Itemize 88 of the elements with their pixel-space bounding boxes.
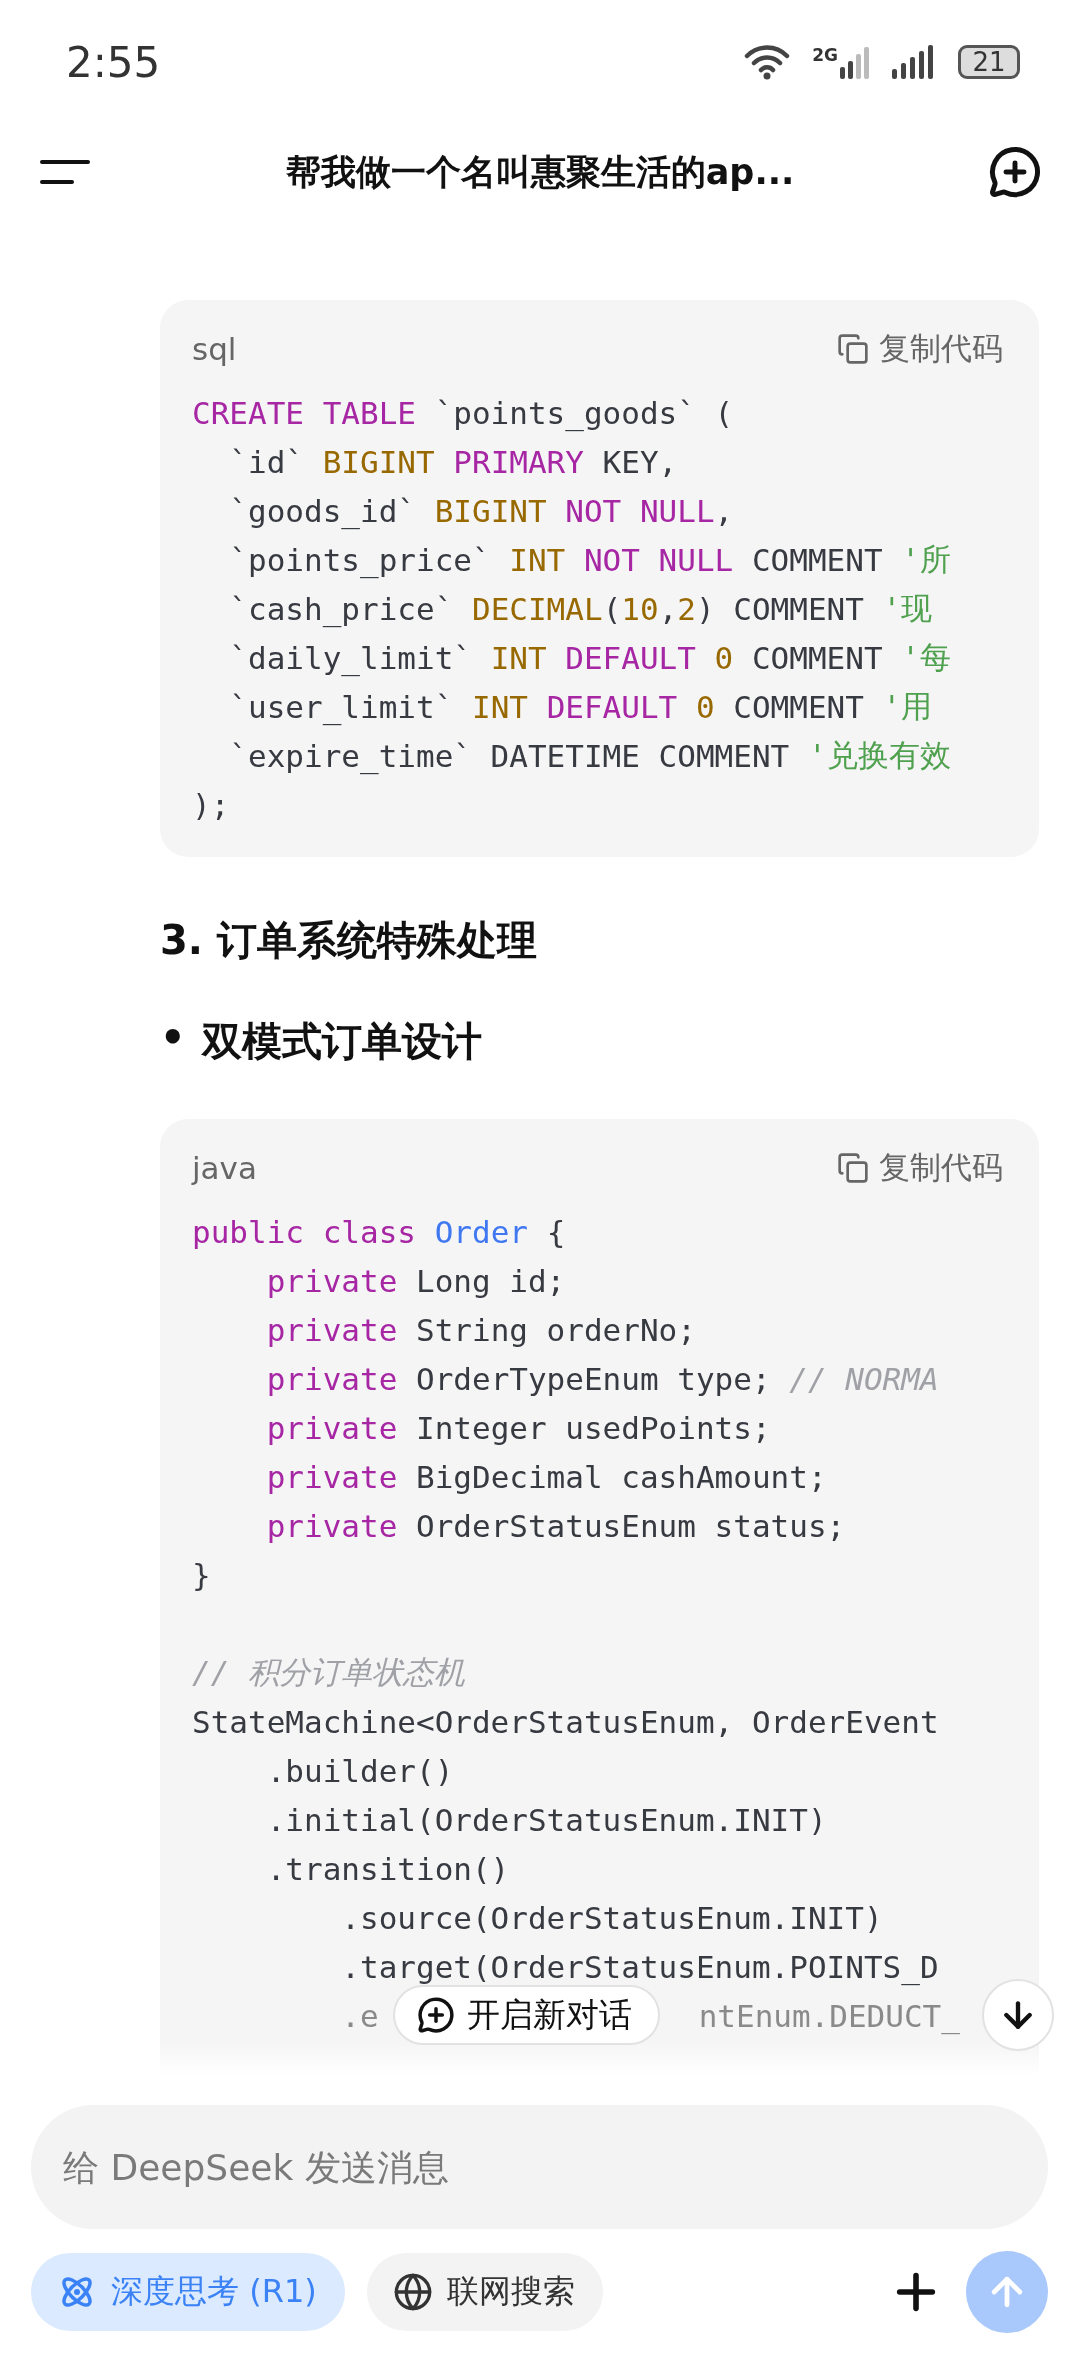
code-comment: // NORMA [789,1360,939,1397]
signal-icon [892,45,936,79]
code-text: private [265,1409,398,1446]
code-text: Integer usedPoints; [414,1409,771,1446]
menu-icon[interactable] [40,158,92,186]
code-text: private [265,1262,398,1299]
code-text: BIGINT [322,443,435,480]
code-text: private [265,1458,398,1495]
section-heading: 3. 订单系统特殊处理 [160,916,538,965]
message-input[interactable]: 给 DeepSeek 发送消息 [31,2105,1048,2229]
code-text: String orderNo; [414,1311,696,1348]
code-text: `id` [228,443,305,480]
code-text: '用 [882,686,933,726]
globe-icon [392,2272,433,2312]
code-text: private [265,1360,398,1397]
code-text: NOT NULL [564,492,715,529]
code-text: BigDecimal cashAmount; [414,1458,827,1495]
deep-think-toggle[interactable]: 深度思考 (R1) [31,2253,345,2331]
copy-icon [837,1152,869,1184]
code-text: DECIMAL [471,590,603,627]
code-text: ( [602,590,622,627]
code-text: `goods_id` [228,492,417,529]
code-text: Order [434,1213,528,1250]
bullet-heading: 双模式订单设计 [201,1017,482,1066]
code-text: '所 [901,539,951,579]
code-text: .transition() [265,1850,510,1887]
code-text: OrderStatusEnum status; [414,1507,846,1544]
code-text: '兑换有效 [807,735,951,775]
code-language: java [192,1150,257,1186]
code-text: CREATE TABLE [192,394,416,431]
code-text: ) COMMENT [695,590,865,627]
code-text: COMMENT [750,541,884,578]
network-type: 2G [812,45,838,65]
code-text: `expire_time` DATETIME COMMENT [228,737,791,774]
code-text: '现 [882,588,933,628]
new-chat-icon[interactable] [988,145,1042,199]
code-text: ); [192,786,230,823]
code-text: DEFAULT [545,688,678,725]
code-text: ntEnum.DEDUCT_ [698,1997,960,2034]
code-text: StateMachine<OrderStatusEnum, OrderEvent [192,1703,939,1740]
battery-icon: 21 [958,45,1020,79]
code-text: NOT NULL [582,541,734,578]
code-text: private [265,1507,398,1544]
code-text: `points_goods` ( [433,394,734,431]
code-text: , [714,492,734,529]
code-text: BIGINT [434,492,547,529]
code-text: .target(OrderStatusEnum.POINTS_D [340,1948,939,1985]
code-text: `points_price` [228,541,492,578]
code-text: `daily_limit` [228,639,473,676]
chat-plus-icon [417,1996,455,2034]
code-text: .initial(OrderStatusEnum.INIT) [265,1801,827,1838]
copy-icon [837,333,869,365]
code-text: 10 [621,590,659,627]
code-text: KEY, [601,443,678,480]
code-text: COMMENT [750,639,884,676]
copy-code-button[interactable]: 复制代码 [837,328,1003,370]
signal-icon [840,45,870,79]
code-text: INT [509,541,566,578]
code-text: .e [340,1997,379,2034]
code-text: { [545,1213,566,1250]
code-text: , [658,590,678,627]
code-text: public class [192,1213,417,1250]
code-text: } [192,1556,211,1593]
code-text: private [265,1311,398,1348]
code-text: 2 [677,590,696,627]
code-text: .source(OrderStatusEnum.INIT) [340,1899,883,1936]
code-text: OrderTypeEnum type; [414,1360,772,1397]
code-text: COMMENT [732,688,865,725]
code-text: DEFAULT [564,639,696,676]
code-text: PRIMARY [452,443,584,480]
new-chat-button[interactable]: 开启新对话 [393,1985,660,2045]
code-text: Long id; [414,1262,566,1299]
code-text: 0 [713,639,734,676]
code-text: `user_limit` [228,688,455,725]
status-time: 2:55 [66,37,161,87]
wifi-icon [744,44,791,80]
bullet-marker: • [160,1014,186,1062]
code-text: INT [490,639,547,676]
code-text: INT [471,688,528,725]
code-comment: // 积分订单状态机 [192,1652,465,1692]
chat-title: 帮我做一个名叫惠聚生活的ap... [285,150,795,194]
code-text: .builder() [265,1752,454,1789]
web-search-toggle[interactable]: 联网搜索 [366,2253,603,2331]
code-text: '每 [901,637,951,677]
copy-code-button[interactable]: 复制代码 [837,1147,1003,1189]
code-language: sql [192,331,237,367]
code-text: 0 [694,688,715,725]
code-text: `cash_price` [228,590,455,627]
